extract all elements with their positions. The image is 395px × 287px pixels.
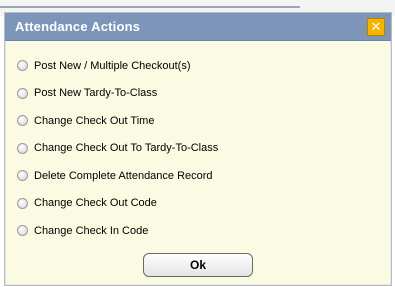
radio-button[interactable] — [17, 60, 28, 72]
option-label: Change Check Out To Tardy-To-Class — [34, 142, 219, 155]
radio-button[interactable] — [17, 87, 28, 99]
option-change-check-out-to-tardy[interactable]: Change Check Out To Tardy-To-Class — [5, 135, 391, 163]
background-divider — [0, 6, 300, 8]
radio-button[interactable] — [17, 170, 28, 182]
radio-button[interactable] — [17, 115, 28, 127]
radio-button[interactable] — [17, 142, 28, 154]
option-label: Post New / Multiple Checkout(s) — [34, 59, 191, 72]
option-change-check-in-code[interactable]: Change Check In Code — [5, 217, 391, 245]
option-label: Change Check Out Code — [34, 197, 157, 210]
dialog-titlebar: Attendance Actions ✕ — [5, 13, 391, 41]
option-label: Change Check In Code — [34, 224, 149, 237]
close-icon: ✕ — [370, 18, 382, 34]
ok-button[interactable]: Ok — [143, 253, 253, 277]
option-label: Delete Complete Attendance Record — [34, 169, 213, 182]
attendance-actions-dialog: Attendance Actions ✕ Post New / Multiple… — [4, 12, 392, 286]
radio-button[interactable] — [17, 225, 28, 237]
dialog-title: Attendance Actions — [15, 19, 141, 34]
button-row: Ok — [5, 253, 391, 277]
option-change-check-out-time[interactable]: Change Check Out Time — [5, 107, 391, 135]
option-delete-attendance-record[interactable]: Delete Complete Attendance Record — [5, 162, 391, 190]
action-options: Post New / Multiple Checkout(s) Post New… — [5, 41, 391, 245]
option-label: Post New Tardy-To-Class — [34, 87, 158, 100]
option-label: Change Check Out Time — [34, 114, 155, 127]
radio-button[interactable] — [17, 197, 28, 209]
close-button[interactable]: ✕ — [367, 17, 385, 36]
option-change-check-out-code[interactable]: Change Check Out Code — [5, 190, 391, 218]
option-post-new-tardy-to-class[interactable]: Post New Tardy-To-Class — [5, 80, 391, 108]
option-post-new-multiple-checkouts[interactable]: Post New / Multiple Checkout(s) — [5, 52, 391, 80]
